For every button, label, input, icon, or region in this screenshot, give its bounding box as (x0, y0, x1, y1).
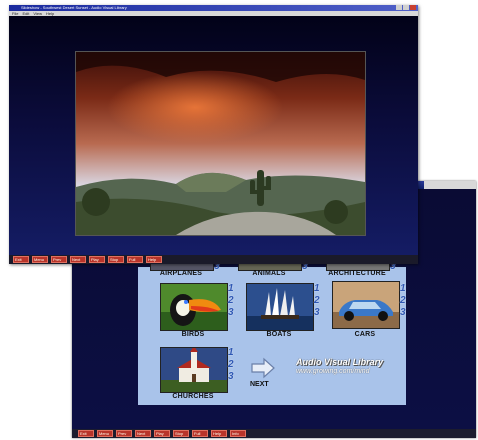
slideshow-viewport (9, 16, 418, 255)
status-button[interactable]: Prev (51, 256, 67, 263)
status-button[interactable]: Exit (13, 256, 29, 263)
toucan-image (161, 284, 227, 330)
page-link[interactable]: 3 (228, 371, 238, 383)
churches-thumbnail[interactable] (160, 347, 228, 393)
page-link[interactable]: 1 (400, 283, 410, 295)
brand-title: Audio Visual Library (296, 357, 384, 367)
status-button[interactable]: Help (211, 430, 227, 437)
page-link[interactable]: 3 (314, 307, 324, 319)
front-window: Slideshow - Southwest Desert Sunset - Au… (9, 5, 418, 264)
car-image (333, 282, 399, 328)
status-button[interactable]: Menu (97, 430, 113, 437)
status-button[interactable]: Menu (32, 256, 48, 263)
back-window-statusbar: Exit Menu Prev Next Play Stop Full Help … (72, 429, 476, 438)
maximize-icon[interactable] (403, 5, 409, 10)
page-link[interactable]: 2 (400, 295, 410, 307)
brand-url: www.growing.com/mind (296, 368, 370, 375)
page-numbers-birds: 1 2 3 (228, 283, 238, 319)
status-button[interactable]: Stop (108, 256, 124, 263)
page-link[interactable]: 1 (228, 347, 238, 359)
category-label-airplanes[interactable]: AIRPLANES (136, 270, 226, 277)
page-link[interactable]: 1 (228, 283, 238, 295)
boats-thumbnail[interactable] (246, 283, 314, 331)
status-button[interactable]: Full (127, 256, 143, 263)
close-icon[interactable] (410, 5, 416, 10)
status-button[interactable]: Play (154, 430, 170, 437)
cars-thumbnail[interactable] (332, 281, 400, 329)
next-arrow-icon[interactable] (250, 357, 276, 379)
page-link[interactable]: 3 (400, 307, 410, 319)
category-label-animals[interactable]: ANIMALS (224, 270, 314, 277)
page-link[interactable]: 2 (228, 295, 238, 307)
status-button[interactable]: Exit (78, 430, 94, 437)
category-menu: AIRPLANES ANIMALS ARCHITECTURE 3 3 3 BIR… (136, 259, 406, 405)
birds-thumbnail[interactable] (160, 283, 228, 331)
window-controls (396, 5, 416, 10)
status-button[interactable]: Help (146, 256, 162, 263)
category-label-boats[interactable]: BOATS (234, 331, 324, 338)
page-numbers-boats: 1 2 3 (314, 283, 324, 319)
page-link[interactable]: 1 (314, 283, 324, 295)
brand-block: Audio Visual Library www.growing.com/min… (296, 357, 402, 375)
church-image (161, 348, 227, 392)
desert-sunset-image (76, 52, 365, 235)
category-label-architecture[interactable]: ARCHITECTURE (312, 270, 402, 277)
category-label-birds[interactable]: BIRDS (148, 331, 238, 338)
page-numbers-cars: 1 2 3 (400, 283, 410, 319)
category-label-churches[interactable]: CHURCHES (148, 393, 238, 400)
minimize-icon[interactable] (396, 5, 402, 10)
status-button[interactable]: Info (230, 430, 246, 437)
page-link[interactable]: 2 (314, 295, 324, 307)
status-button[interactable]: Next (70, 256, 86, 263)
sailboat-image (247, 284, 313, 330)
next-button-label[interactable]: NEXT (250, 381, 269, 388)
status-button[interactable]: Prev (116, 430, 132, 437)
category-label-cars[interactable]: CARS (320, 331, 410, 338)
status-button[interactable]: Next (135, 430, 151, 437)
status-button[interactable]: Full (192, 430, 208, 437)
back-window-controls[interactable] (424, 181, 476, 189)
page-link[interactable]: 2 (228, 359, 238, 371)
page-link[interactable]: 3 (228, 307, 238, 319)
slideshow-photo[interactable] (75, 51, 366, 236)
front-window-statusbar: Exit Menu Prev Next Play Stop Full Help (9, 255, 418, 264)
status-button[interactable]: Stop (173, 430, 189, 437)
page-numbers-churches: 1 2 3 (228, 347, 238, 383)
status-button[interactable]: Play (89, 256, 105, 263)
